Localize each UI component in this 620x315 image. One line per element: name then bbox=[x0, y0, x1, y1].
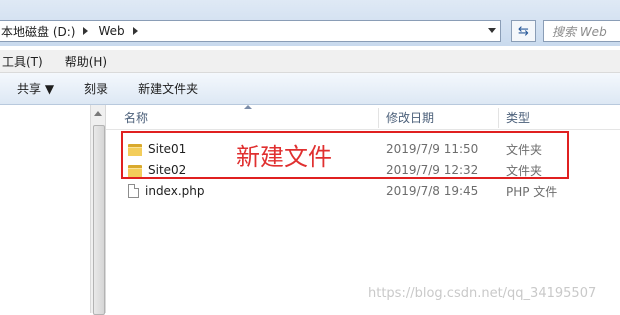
menu-help[interactable]: 帮助(H) bbox=[63, 53, 115, 70]
breadcrumb-web[interactable]: Web bbox=[98, 24, 124, 38]
navigation-pane[interactable] bbox=[0, 105, 90, 313]
burn-label: 刻录 bbox=[84, 82, 109, 96]
column-divider[interactable] bbox=[378, 108, 379, 128]
file-modified: 2019/7/8 19:45 bbox=[386, 184, 479, 198]
file-row-index-php[interactable]: index.php 2019/7/8 19:45 PHP 文件 bbox=[106, 181, 620, 201]
address-bar[interactable]: 本地磁盘 (D:) Web bbox=[0, 20, 501, 42]
share-button[interactable]: 共享 ▼ bbox=[17, 80, 54, 97]
column-type[interactable]: 类型 bbox=[506, 105, 530, 129]
navigation-scrollbar[interactable] bbox=[90, 105, 106, 315]
column-header: 名称 修改日期 类型 bbox=[106, 105, 620, 130]
file-name: index.php bbox=[145, 184, 205, 198]
refresh-icon: ⇆ bbox=[518, 23, 529, 39]
file-type: PHP 文件 bbox=[506, 184, 558, 199]
scrollbar-thumb[interactable] bbox=[93, 125, 105, 315]
column-name[interactable]: 名称 bbox=[124, 105, 148, 129]
breadcrumb-separator-icon[interactable] bbox=[83, 27, 89, 35]
new-folder-button[interactable]: 新建文件夹 bbox=[138, 80, 198, 97]
breadcrumb-separator-icon[interactable] bbox=[132, 27, 138, 35]
file-icon bbox=[128, 184, 139, 198]
menu-tools[interactable]: 工具(T) bbox=[0, 53, 51, 70]
watermark: https://blog.csdn.net/qq_34195507 bbox=[368, 286, 597, 301]
breadcrumb-drive[interactable]: 本地磁盘 (D:) bbox=[1, 23, 75, 40]
share-label: 共享 ▼ bbox=[17, 82, 55, 96]
search-placeholder: 搜索 Web bbox=[552, 24, 607, 39]
column-modified-label: 修改日期 bbox=[386, 110, 435, 125]
annotation-text: 新建文件 bbox=[236, 143, 332, 171]
column-divider[interactable] bbox=[498, 108, 499, 128]
new-folder-label: 新建文件夹 bbox=[138, 82, 199, 96]
menu-bar: 工具(T) 帮助(H) bbox=[0, 50, 620, 73]
address-row: 本地磁盘 (D:) Web ⇆ 搜索 Web bbox=[0, 0, 620, 46]
column-type-label: 类型 bbox=[506, 110, 531, 125]
column-name-label: 名称 bbox=[124, 110, 149, 125]
refresh-button[interactable]: ⇆ bbox=[511, 20, 536, 42]
column-modified[interactable]: 修改日期 bbox=[386, 105, 434, 129]
annotation-box bbox=[121, 131, 569, 179]
sort-ascending-icon bbox=[244, 105, 252, 109]
address-dropdown-icon[interactable] bbox=[488, 28, 496, 33]
burn-button[interactable]: 刻录 bbox=[84, 80, 108, 97]
search-input[interactable]: 搜索 Web bbox=[543, 20, 620, 42]
scroll-up-icon[interactable] bbox=[94, 111, 102, 116]
command-bar: 共享 ▼ 刻录 新建文件夹 bbox=[0, 73, 620, 105]
file-name-cell[interactable]: index.php bbox=[128, 181, 204, 201]
